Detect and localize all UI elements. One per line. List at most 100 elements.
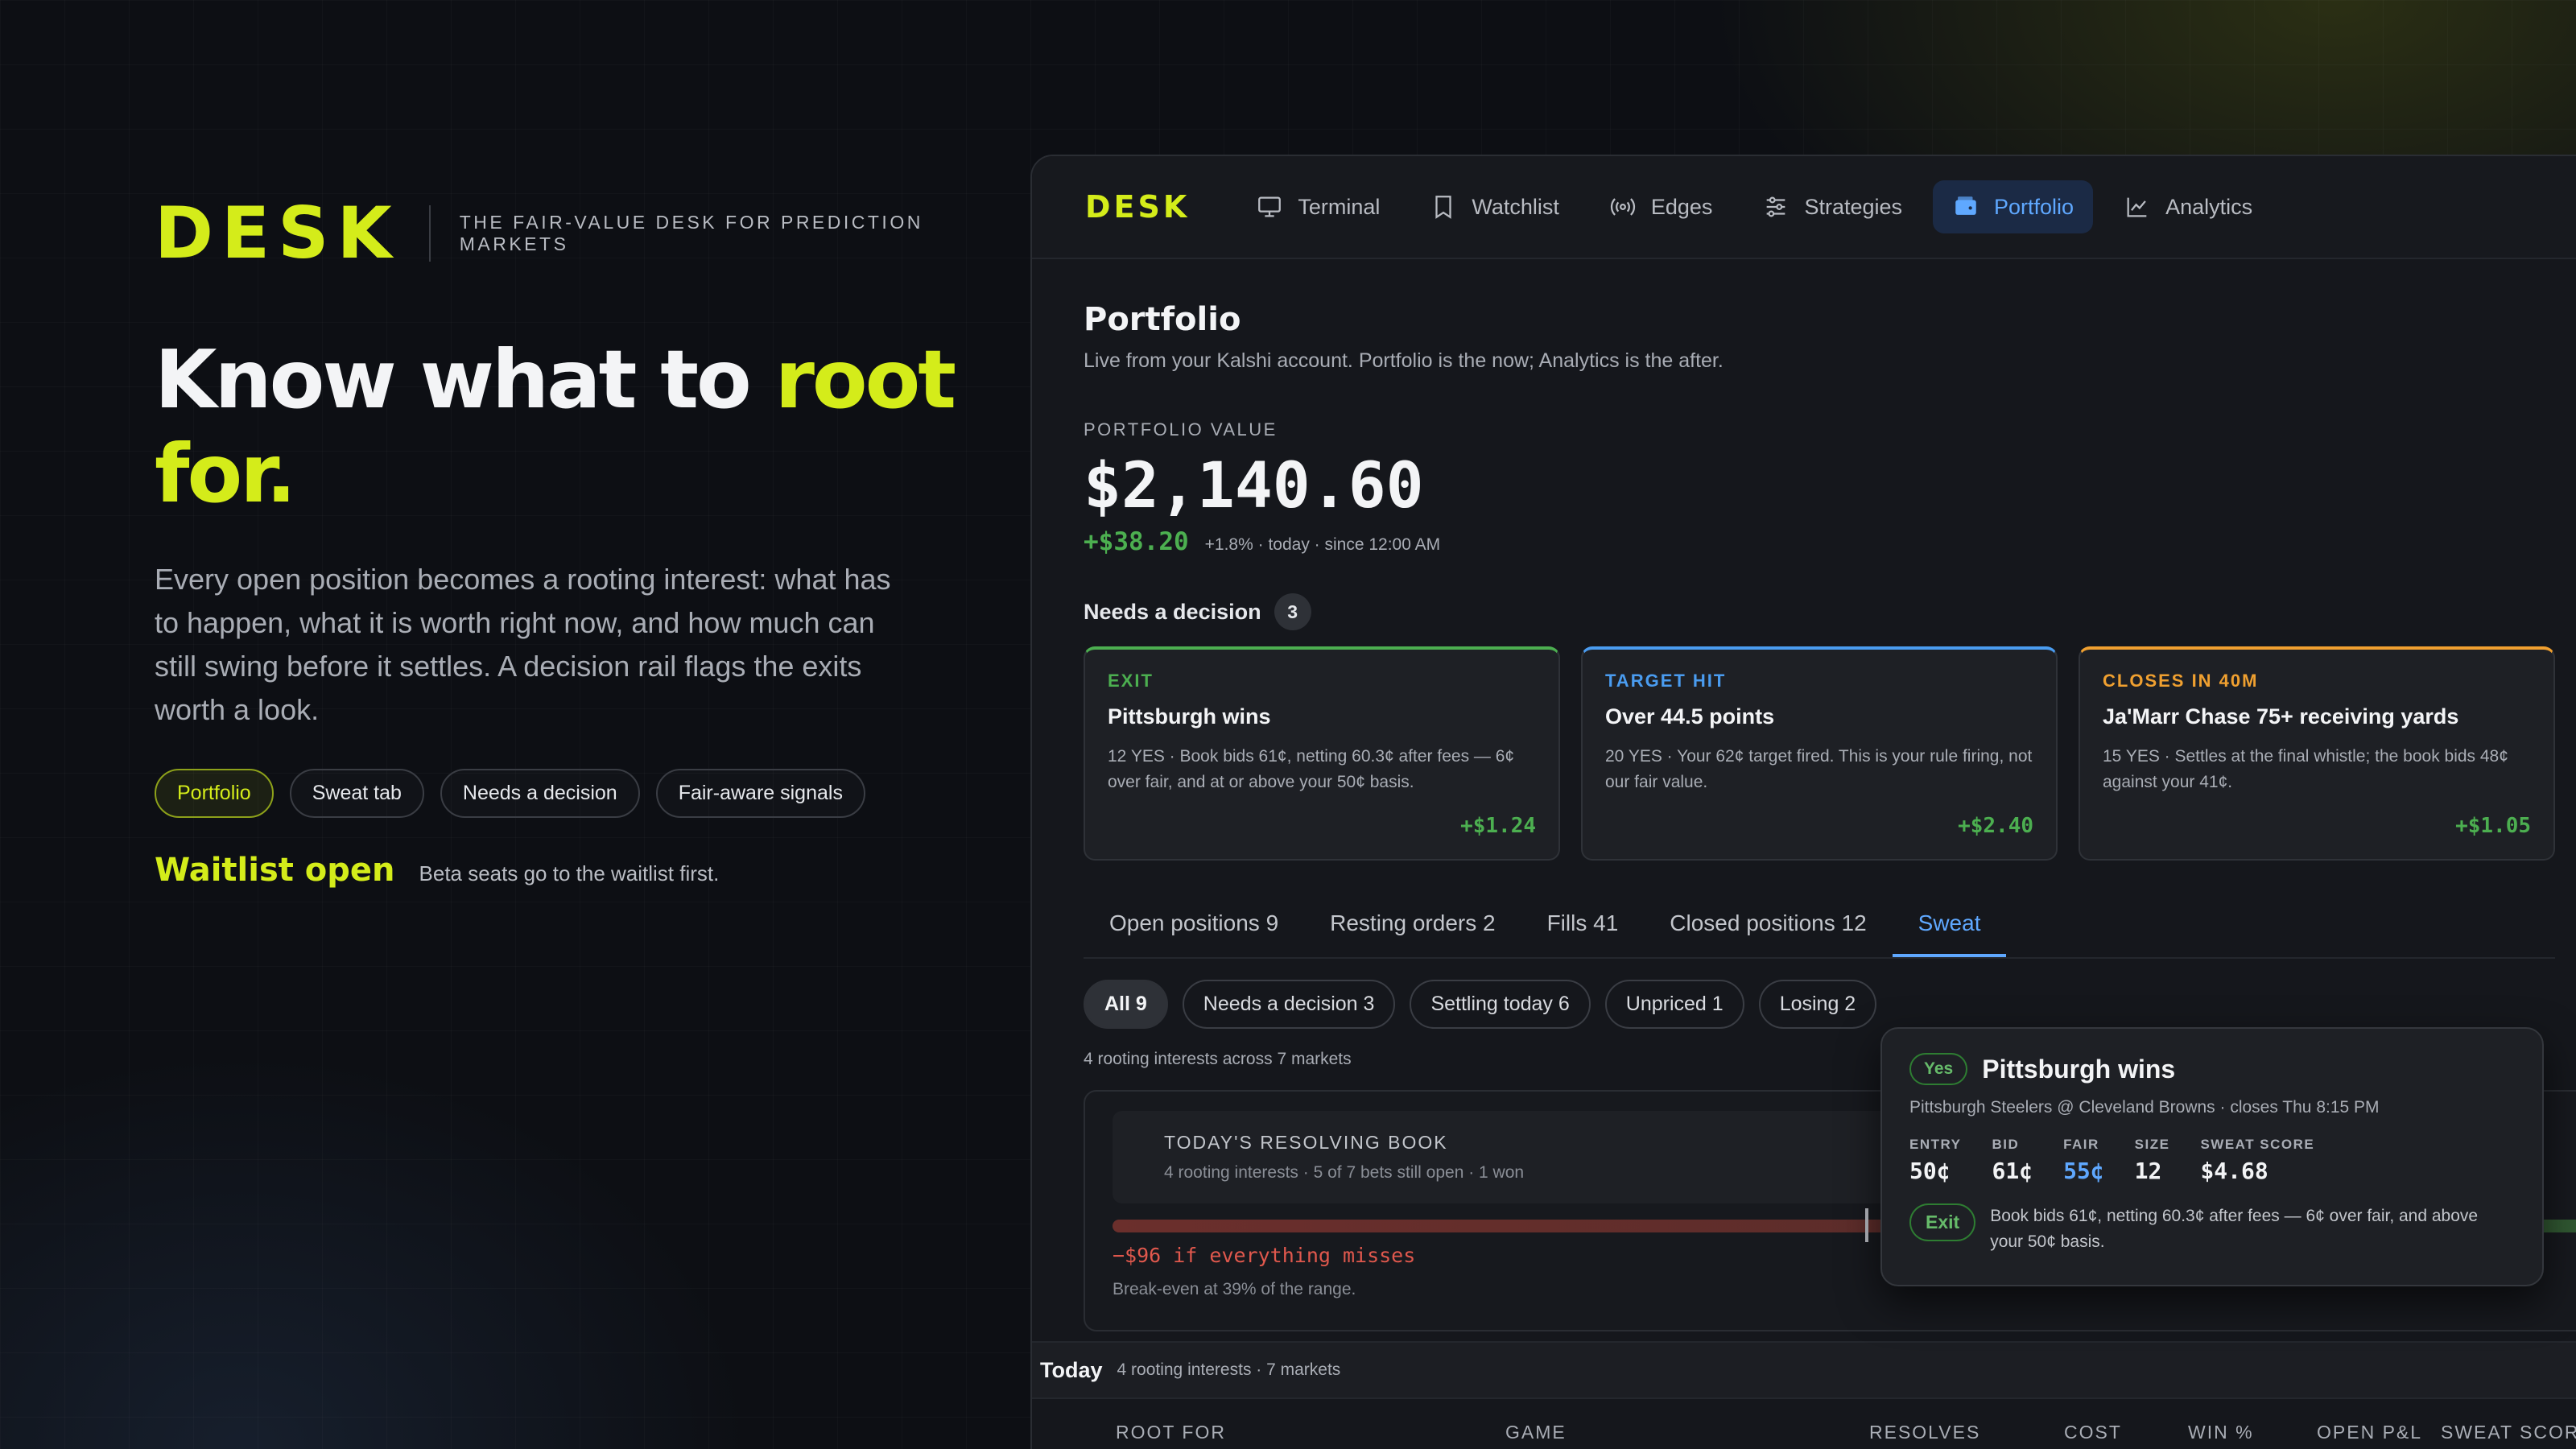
popover-sub: Pittsburgh Steelers @ Cleveland Browns ·… — [1909, 1098, 2380, 1117]
stat-size: SIZE 12 — [2135, 1137, 2170, 1184]
card-kind: CLOSES IN 40M — [2103, 671, 2259, 691]
side-badge: Yes — [1909, 1053, 1968, 1085]
nav-label: Watchlist — [1472, 194, 1559, 219]
stat-sweat-score: SWEAT SCORE $4.68 — [2200, 1137, 2314, 1184]
table-header: ROOT FOR GAME RESOLVES COST WIN % OPEN P… — [1032, 1422, 2576, 1449]
bookmark-icon — [1435, 196, 1451, 219]
stat-entry: ENTRY 50¢ — [1909, 1137, 1962, 1184]
tab-fills[interactable]: Fills 41 — [1521, 893, 1645, 957]
col-game[interactable]: GAME — [1505, 1422, 1567, 1443]
card-desc: 15 YES · Settles at the final whistle; t… — [2103, 747, 2508, 791]
col-open-pnl[interactable]: OPEN P&L — [2317, 1422, 2422, 1443]
stat-value: $4.68 — [2200, 1158, 2268, 1184]
nav-label: Edges — [1650, 194, 1713, 219]
needs-decision-header: Needs a decision 3 — [1084, 593, 2555, 630]
card-desc: 20 YES · Your 62¢ target fired. This is … — [1605, 747, 2033, 791]
card-title: Pittsburgh wins — [1108, 704, 1271, 729]
card-title: Over 44.5 points — [1605, 704, 1775, 729]
nav-logo[interactable]: DESK — [1085, 189, 1190, 225]
nav-terminal[interactable]: Terminal — [1236, 180, 1399, 233]
filter-needs-decision[interactable]: Needs a decision 3 — [1182, 980, 1396, 1029]
waitlist: Waitlist open Beta seats go to the waitl… — [155, 852, 1040, 889]
nav-label: Terminal — [1298, 194, 1381, 219]
card-pnl: +$1.24 — [1460, 814, 1536, 838]
resolving-book-sub: 4 rooting interests · 5 of 7 bets still … — [1164, 1163, 1525, 1182]
tab-sweat[interactable]: Sweat — [1892, 893, 2007, 957]
nav-label: Strategies — [1804, 194, 1903, 219]
headline-text: Know what to — [155, 332, 775, 427]
nav-label: Portfolio — [1994, 194, 2074, 219]
hero-section: DESK THE FAIR-VALUE DESK FOR PREDICTION … — [155, 192, 1040, 889]
filter-unpriced[interactable]: Unpriced 1 — [1604, 980, 1744, 1029]
stat-label: FAIR — [2063, 1137, 2099, 1152]
resolving-book-title: TODAY'S RESOLVING BOOK — [1164, 1132, 1448, 1153]
filter-settling-today[interactable]: Settling today 6 — [1410, 980, 1591, 1029]
decision-card-closes[interactable]: CLOSES IN 40M Ja'Marr Chase 75+ receivin… — [2079, 646, 2555, 861]
portfolio-value-label: PORTFOLIO VALUE — [1084, 419, 1278, 440]
monitor-icon — [1258, 196, 1282, 217]
stat-value: 50¢ — [1909, 1158, 1951, 1184]
exit-button[interactable]: Exit — [1909, 1203, 1976, 1241]
filter-losing[interactable]: Losing 2 — [1758, 980, 1877, 1029]
col-win-pct[interactable]: WIN % — [2188, 1422, 2254, 1443]
chip-fair-aware[interactable]: Fair-aware signals — [655, 769, 865, 818]
action-text: Book bids 61¢, netting 60.3¢ after fees … — [1990, 1207, 2479, 1251]
today-label: Today — [1040, 1357, 1103, 1382]
popover-title: Pittsburgh wins — [1982, 1054, 2176, 1084]
position-popover: Yes Pittsburgh wins Pittsburgh Steelers … — [1880, 1027, 2544, 1286]
stat-label: SIZE — [2134, 1137, 2170, 1152]
change-amount: +$38.20 — [1084, 527, 1189, 556]
filter-all[interactable]: All 9 — [1084, 980, 1168, 1029]
broadcast-icon — [1610, 198, 1635, 216]
card-pnl: +$2.40 — [1958, 814, 2033, 838]
popover-action-row: Exit Book bids 61¢, netting 60.3¢ after … — [1909, 1203, 2515, 1255]
stat-value: 55¢ — [2063, 1158, 2104, 1184]
stat-label: ENTRY — [1909, 1137, 1962, 1152]
feature-chips: Portfolio Sweat tab Needs a decision Fai… — [155, 769, 1040, 818]
card-title: Ja'Marr Chase 75+ receiving yards — [2103, 704, 2459, 729]
sliders-icon — [1767, 196, 1785, 217]
decision-card-exit[interactable]: EXIT Pittsburgh wins 12 YES · Book bids … — [1084, 646, 1560, 861]
today-header: Today 4 rooting interests · 7 markets — [1032, 1341, 2576, 1399]
portfolio-tabs: Open positions 9 Resting orders 2 Fills … — [1084, 893, 2555, 959]
top-nav: DESK Terminal Watchlist Edges Strategies… — [1032, 156, 2576, 259]
needs-decision-label: Needs a decision — [1084, 599, 1261, 624]
tab-open-positions[interactable]: Open positions 9 — [1084, 893, 1304, 957]
nav-analytics[interactable]: Analytics — [2104, 180, 2272, 233]
decision-cards: EXIT Pittsburgh wins 12 YES · Book bids … — [1084, 646, 2555, 861]
resolving-book-header: TODAY'S RESOLVING BOOK 4 rooting interes… — [1113, 1111, 1998, 1203]
tab-resting-orders[interactable]: Resting orders 2 — [1304, 893, 1521, 957]
decision-card-target[interactable]: TARGET HIT Over 44.5 points 20 YES · You… — [1581, 646, 2058, 861]
chip-sweat-tab[interactable]: Sweat tab — [289, 769, 424, 818]
stat-bid: BID 61¢ — [1992, 1137, 2033, 1184]
card-desc: 12 YES · Book bids 61¢, netting 60.3¢ af… — [1108, 747, 1515, 791]
card-kind: EXIT — [1108, 671, 1154, 691]
chip-needs-decision[interactable]: Needs a decision — [440, 769, 640, 818]
desk-logo: DESK — [155, 192, 400, 275]
chart-line-icon — [2127, 197, 2147, 217]
today-meta: 4 rooting interests · 7 markets — [1117, 1360, 1341, 1379]
hero-description: Every open position becomes a rooting in… — [155, 563, 891, 726]
col-root-for[interactable]: ROOT FOR — [1116, 1422, 1226, 1443]
portfolio-change: +$38.20 +1.8% · today · since 12:00 AM — [1084, 527, 2555, 556]
popover-header: Yes Pittsburgh wins — [1909, 1053, 2515, 1085]
waitlist-title[interactable]: Waitlist open — [155, 852, 395, 889]
stat-label: BID — [1992, 1137, 2020, 1152]
nav-strategies[interactable]: Strategies — [1743, 180, 1922, 233]
popover-stats: ENTRY 50¢ BID 61¢ FAIR 55¢ SIZE 12 SWEAT SCO… — [1909, 1137, 2515, 1184]
col-resolves[interactable]: RESOLVES — [1869, 1422, 1980, 1443]
nav-portfolio[interactable]: Portfolio — [1933, 180, 2094, 233]
breakeven-marker — [1865, 1208, 1868, 1242]
col-sweat-score[interactable]: SWEAT SCORE — [2441, 1422, 2576, 1443]
card-pnl: +$1.05 — [2455, 814, 2531, 838]
nav-watchlist[interactable]: Watchlist — [1410, 180, 1579, 233]
portfolio-value: $2,140.60 — [1084, 450, 1424, 522]
stat-fair: FAIR 55¢ — [2063, 1137, 2104, 1184]
waitlist-note: Beta seats go to the waitlist first. — [419, 861, 720, 886]
tab-closed-positions[interactable]: Closed positions 12 — [1644, 893, 1892, 957]
tagline: THE FAIR-VALUE DESK FOR PREDICTION MARKE… — [459, 211, 923, 254]
chip-portfolio[interactable]: Portfolio — [155, 769, 274, 818]
nav-edges[interactable]: Edges — [1590, 180, 1732, 233]
sweat-filters: All 9 Needs a decision 3 Settling today … — [1084, 980, 2555, 1029]
col-cost[interactable]: COST — [2064, 1422, 2122, 1443]
